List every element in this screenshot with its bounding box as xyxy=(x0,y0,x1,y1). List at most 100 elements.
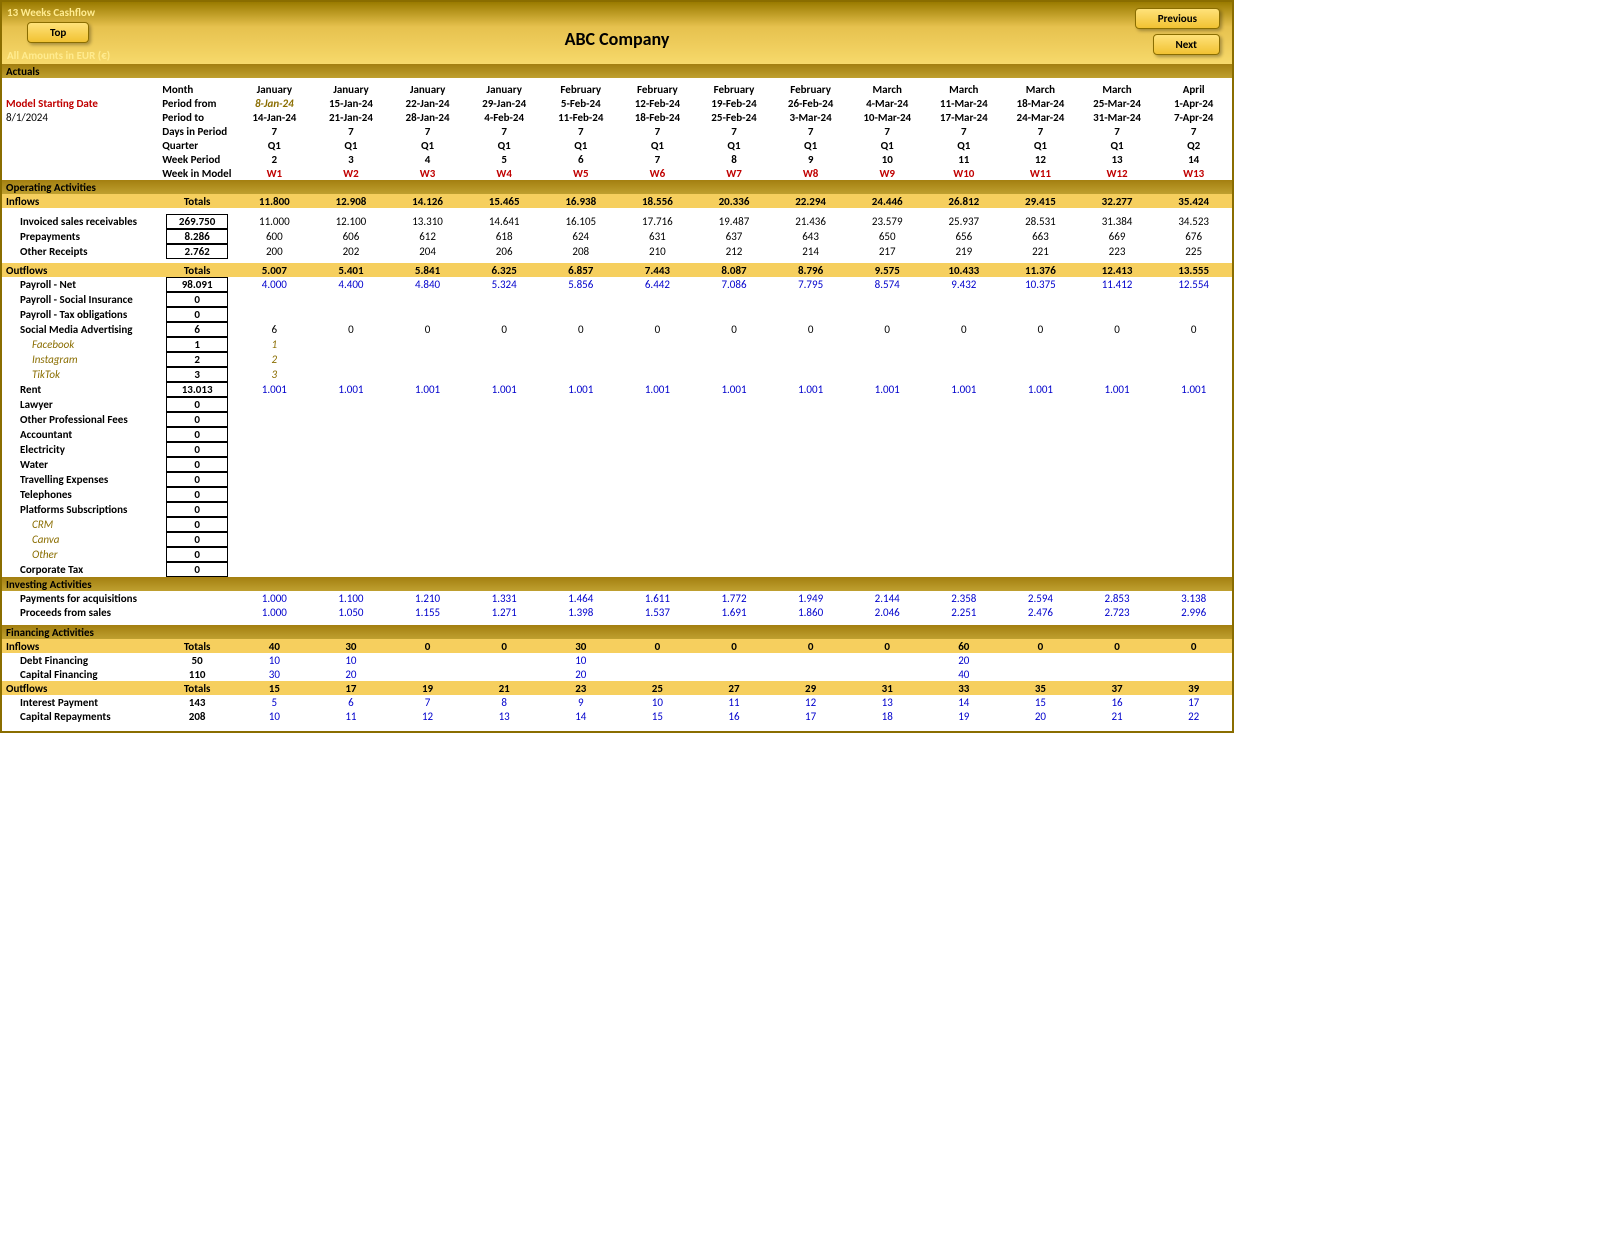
row-value xyxy=(619,517,696,532)
model-value: April xyxy=(1155,82,1232,96)
model-value: 26-Feb-24 xyxy=(772,96,849,110)
row-value xyxy=(696,457,773,472)
total-value: 18.556 xyxy=(619,194,696,208)
row-value xyxy=(389,502,466,517)
row-value xyxy=(389,367,466,382)
row-value: 225 xyxy=(1155,244,1232,259)
row-value xyxy=(542,487,619,502)
row-value xyxy=(696,667,773,681)
row-value: 606 xyxy=(313,229,390,244)
model-value: Q1 xyxy=(542,138,619,152)
row-label: Payroll - Social Insurance xyxy=(2,292,158,307)
row-value xyxy=(619,562,696,577)
row-value xyxy=(619,532,696,547)
row-value xyxy=(236,472,313,487)
row-value xyxy=(849,472,926,487)
row-value: 1.050 xyxy=(313,605,390,619)
total-value: 22.294 xyxy=(772,194,849,208)
model-value: January xyxy=(236,82,313,96)
row-value xyxy=(696,562,773,577)
model-value: W13 xyxy=(1155,166,1232,180)
row-value xyxy=(1079,307,1156,322)
row-value xyxy=(542,307,619,322)
model-value: 2 xyxy=(236,152,313,166)
row-value xyxy=(542,532,619,547)
row-value xyxy=(389,532,466,547)
row-value xyxy=(1079,292,1156,307)
row-value xyxy=(849,307,926,322)
model-value: February xyxy=(542,82,619,96)
total-value: 13.555 xyxy=(1155,263,1232,277)
header-band: 13 Weeks Cashflow Top ABC Company All Am… xyxy=(2,2,1232,64)
model-value: 13 xyxy=(1079,152,1156,166)
total-value: 60 xyxy=(926,639,1003,653)
row-value xyxy=(1155,352,1232,367)
model-value: 7 xyxy=(1155,124,1232,138)
row-value xyxy=(772,427,849,442)
row-value xyxy=(466,442,543,457)
row-value: 7 xyxy=(389,695,466,709)
total-value: 24.446 xyxy=(849,194,926,208)
row-value xyxy=(389,412,466,427)
model-value: 3-Mar-24 xyxy=(772,110,849,124)
model-left-label: 8/1/2024 xyxy=(2,110,158,124)
total-value: 12.413 xyxy=(1079,263,1156,277)
row-value xyxy=(236,457,313,472)
model-value: 7 xyxy=(466,124,543,138)
row-value xyxy=(1155,457,1232,472)
row-value: 5.324 xyxy=(466,277,543,292)
model-value: February xyxy=(619,82,696,96)
row-value xyxy=(542,517,619,532)
row-value: 1.001 xyxy=(236,382,313,397)
row-value xyxy=(772,307,849,322)
row-value: 1.691 xyxy=(696,605,773,619)
total-value: 0 xyxy=(466,639,543,653)
total-value: 39 xyxy=(1155,681,1232,695)
row-value xyxy=(619,502,696,517)
row-value xyxy=(926,412,1003,427)
row-value xyxy=(926,397,1003,412)
model-row-label: Month xyxy=(158,82,236,96)
model-value: 7 xyxy=(542,124,619,138)
row-value xyxy=(389,442,466,457)
model-value: March xyxy=(1079,82,1156,96)
model-value: Q2 xyxy=(1155,138,1232,152)
previous-button[interactable]: Previous xyxy=(1135,8,1220,29)
model-value: 1-Apr-24 xyxy=(1155,96,1232,110)
row-value: 10 xyxy=(313,653,390,667)
row-value xyxy=(619,442,696,457)
row-value xyxy=(1079,472,1156,487)
row-value: 600 xyxy=(236,229,313,244)
row-value xyxy=(236,502,313,517)
row-value: 1.001 xyxy=(696,382,773,397)
next-button[interactable]: Next xyxy=(1153,34,1220,55)
row-value: 3 xyxy=(236,367,313,382)
total-value: 0 xyxy=(849,639,926,653)
row-total: 0 xyxy=(158,397,236,412)
row-value xyxy=(1002,457,1079,472)
row-value: 0 xyxy=(542,322,619,337)
row-value: 1.155 xyxy=(389,605,466,619)
row-value: 25.937 xyxy=(926,214,1003,229)
model-value: Q1 xyxy=(849,138,926,152)
row-value: 7.086 xyxy=(696,277,773,292)
model-value: February xyxy=(772,82,849,96)
row-value xyxy=(542,562,619,577)
total-value: 6.325 xyxy=(466,263,543,277)
row-label: Payroll - Net xyxy=(2,277,158,292)
row-value xyxy=(236,562,313,577)
row-label: TikTok xyxy=(2,367,158,382)
row-value xyxy=(466,667,543,681)
row-value: 4.000 xyxy=(236,277,313,292)
row-total: 1 xyxy=(158,337,236,352)
row-value: 624 xyxy=(542,229,619,244)
row-value xyxy=(466,517,543,532)
row-value xyxy=(1002,367,1079,382)
row-value: 656 xyxy=(926,229,1003,244)
row-value: 1.100 xyxy=(313,591,390,605)
investing-heading: Investing Activities xyxy=(2,577,1232,591)
row-value xyxy=(926,442,1003,457)
row-value xyxy=(389,337,466,352)
row-value xyxy=(1002,532,1079,547)
row-value xyxy=(696,352,773,367)
